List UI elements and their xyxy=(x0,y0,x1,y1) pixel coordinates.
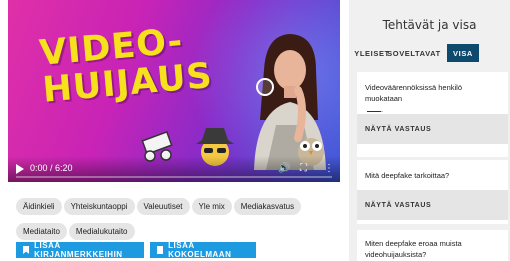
quiz-question-card: Miten deepfake eroaa muista videohuijauk… xyxy=(357,230,508,261)
answer-blank xyxy=(367,111,381,112)
show-answer-button[interactable]: NÄYTÄ VASTAUS xyxy=(357,190,508,220)
tag-list: Äidinkieli Yhteiskuntaoppi Valeuutiset Yle … xyxy=(16,196,346,246)
fullscreen-icon[interactable]: ⛶ xyxy=(300,163,307,175)
tasks-panel: Tehtävät ja visa YLEISET SOVELTAVAT VISA… xyxy=(349,0,510,261)
video-player[interactable]: VIDEO- HUIJAUS 0:00 / 6:20 🔊 ⛶ ⋮ xyxy=(8,0,340,182)
quiz-question-card: Videoväärennöksissä henkilö muokataan. N… xyxy=(357,72,508,157)
bookmark-icon xyxy=(23,246,30,254)
tag[interactable]: Yhteiskuntaoppi xyxy=(63,198,135,215)
quiz-question-text: Mitä deepfake tarkoittaa? xyxy=(365,171,450,180)
more-icon[interactable]: ⋮ xyxy=(324,163,334,175)
video-time: 0:00 / 6:20 xyxy=(30,163,73,173)
video-title-graphic: VIDEO- HUIJAUS xyxy=(38,21,214,110)
tag[interactable]: Äidinkieli xyxy=(16,198,62,215)
quiz-question-text: Miten deepfake eroaa muista videohuijauk… xyxy=(365,239,462,259)
panel-title: Tehtävät ja visa xyxy=(382,18,477,32)
video-controls: 0:00 / 6:20 🔊 ⛶ ⋮ xyxy=(8,156,340,182)
collection-icon xyxy=(157,246,164,254)
add-bookmark-button[interactable]: LISÄÄ KIRJANMERKKEIHIN xyxy=(16,241,144,259)
tab-soveltavat[interactable]: SOVELTAVAT xyxy=(387,44,441,62)
video-progress-bar[interactable] xyxy=(16,176,332,178)
show-answer-button[interactable]: NÄYTÄ VASTAUS xyxy=(357,114,508,144)
tab-yleiset[interactable]: YLEISET xyxy=(354,44,389,62)
tag[interactable]: Valeuutiset xyxy=(136,198,190,215)
add-bookmark-label: LISÄÄ KIRJANMERKKEIHIN xyxy=(34,241,123,259)
play-icon[interactable] xyxy=(16,164,24,174)
cursor-ring-icon xyxy=(256,78,274,96)
tag[interactable]: Mediakasvatus xyxy=(233,198,302,215)
quiz-question-card: Mitä deepfake tarkoittaa? NÄYTÄ VASTAUS xyxy=(357,160,508,224)
tag[interactable]: Yle mix xyxy=(191,198,232,215)
tag[interactable]: Medialukutaito xyxy=(68,223,135,240)
add-collection-button[interactable]: LISÄÄ KOKOELMAAN xyxy=(150,241,256,259)
volume-icon[interactable]: 🔊 xyxy=(278,163,290,175)
add-collection-label: LISÄÄ KOKOELMAAN xyxy=(168,241,232,259)
tab-visa[interactable]: VISA xyxy=(447,44,479,62)
panel-tabs: YLEISET SOVELTAVAT VISA xyxy=(354,44,508,62)
tag[interactable]: Mediataito xyxy=(16,223,67,240)
quiz-question-text: Videoväärennöksissä henkilö muokataan. xyxy=(365,83,463,114)
